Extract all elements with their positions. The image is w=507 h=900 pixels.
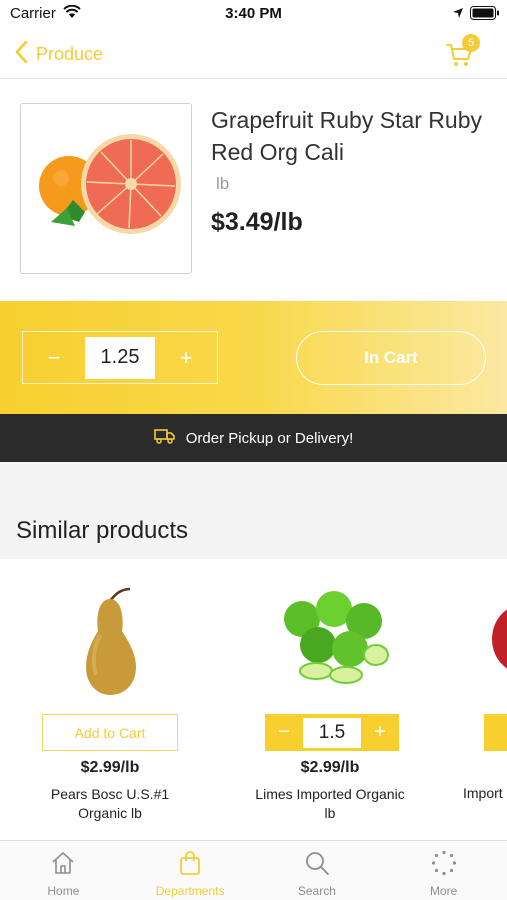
tab-more[interactable]: More [380,841,507,900]
product-unit: lb [216,174,230,193]
similar-products-section: Similar products Add to Cart $2.99/lb Pe… [0,462,507,840]
bag-icon [177,850,203,881]
increase-quantity-button[interactable]: + [361,714,399,751]
similar-product-card[interactable]: Import [460,559,507,840]
product-name: Grapefruit Ruby Star Ruby Red Org Cali [211,107,483,165]
product-price: $3.49/lb [211,208,303,236]
tab-label: More [429,884,458,898]
add-to-cart-button[interactable]: Add to Cart [42,714,178,751]
similar-quantity-stepper: − 1.5 + [265,714,399,751]
quantity-stepper: − 1.25 + [22,331,218,384]
decrease-quantity-button[interactable]: − [23,332,85,383]
similar-product-name: Import [463,785,503,801]
similar-product-price: $2.99/lb [80,759,140,776]
search-icon [304,850,330,881]
status-bar: Carrier 3:40 PM [0,0,507,30]
tab-search[interactable]: Search [254,841,381,900]
tab-home[interactable]: Home [0,841,127,900]
similar-product-card[interactable]: − 1.5 + $2.99/lb Limes Imported Organic … [240,559,420,840]
back-button[interactable]: Produce [14,38,103,70]
in-cart-button[interactable]: In Cart [296,331,486,385]
tab-label: Departments [155,884,225,898]
similar-product-name: Pears Bosc U.S.#1 Organic lb [50,786,170,821]
quantity-value[interactable]: 1.5 [303,717,361,748]
similar-product-price: $2.99/lb [300,759,360,776]
back-chevron-icon [14,40,28,69]
add-to-cart-button[interactable] [484,714,507,751]
more-dots-icon [431,850,457,881]
similar-products-title: Similar products [16,517,189,544]
pear-image [40,571,180,699]
similar-products-list[interactable]: Add to Cart $2.99/lb Pears Bosc U.S.#1 O… [0,559,507,840]
location-icon [452,6,464,24]
cart-count-badge: 5 [462,34,480,52]
increase-quantity-button[interactable]: + [155,332,217,383]
status-time: 3:40 PM [225,5,282,22]
pickup-delivery-text: Order Pickup or Delivery! [185,429,354,447]
add-to-cart-band: − 1.25 + In Cart [0,301,507,414]
quantity-value[interactable]: 1.25 [85,336,155,379]
product-image [20,103,192,274]
tab-departments[interactable]: Departments [127,841,254,900]
truck-icon [153,428,176,449]
similar-product-name: Limes Imported Organic lb [255,786,405,821]
tab-label: Home [47,884,80,898]
pickup-delivery-banner[interactable]: Order Pickup or Delivery! [0,414,507,462]
nav-bar: Produce 5 [0,30,507,79]
tab-label: Search [297,884,336,898]
similar-product-card[interactable]: Add to Cart $2.99/lb Pears Bosc U.S.#1 O… [20,559,200,840]
tab-bar: Home Departments Search More [0,840,507,900]
battery-icon [470,6,500,25]
home-icon [50,850,76,881]
cart-button[interactable]: 5 [446,34,486,70]
limes-image [260,571,400,699]
decrease-quantity-button[interactable]: − [265,714,303,751]
back-label: Produce [36,43,104,64]
apple-image [482,589,507,684]
